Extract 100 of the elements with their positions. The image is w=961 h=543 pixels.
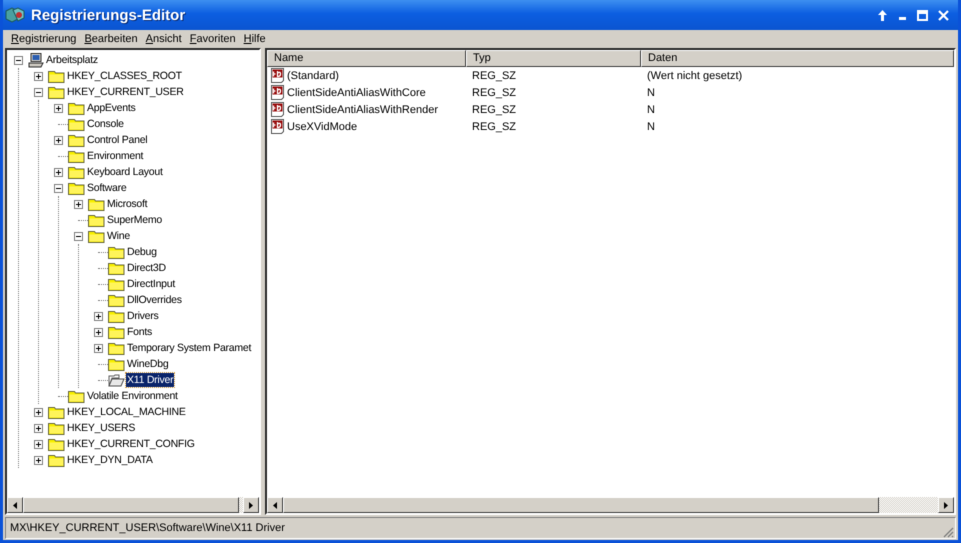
menu-item[interactable]: Ansicht	[142, 33, 186, 45]
column-header[interactable]: Daten	[641, 50, 954, 67]
expand-icon[interactable]	[34, 440, 43, 448]
expand-icon[interactable]	[94, 328, 103, 336]
tree-item[interactable]: Volatile Environment	[86, 389, 179, 403]
folder-icon	[68, 117, 85, 131]
tree-item[interactable]: HKEY_CLASSES_ROOT	[66, 69, 183, 83]
status-path: MX\HKEY_CURRENT_USER\Software\Wine\X11 Driver	[10, 522, 285, 534]
folder-icon	[48, 421, 65, 435]
tree-item[interactable]: Direct3D	[126, 261, 167, 275]
value-name[interactable]: ClientSideAntiAliasWithRender	[287, 104, 438, 116]
tree-item[interactable]: HKEY_CURRENT_CONFIG	[66, 437, 196, 451]
tree-item[interactable]: Software	[86, 181, 128, 195]
tree-item[interactable]: HKEY_CURRENT_USER	[66, 85, 185, 99]
up-arrow-icon[interactable]	[877, 10, 888, 20]
tree-item[interactable]: Temporary System Paramet	[126, 341, 252, 355]
tree-item[interactable]: Control Panel	[86, 133, 148, 147]
tree-item[interactable]: DllOverrides	[126, 293, 183, 307]
menu-item[interactable]: Registrierung	[7, 33, 80, 45]
tree-item[interactable]: SuperMemo	[106, 213, 163, 227]
open-folder-icon	[108, 373, 125, 387]
table-cell: REG_SZ	[472, 70, 516, 82]
expand-icon[interactable]	[74, 200, 83, 208]
tree-item[interactable]: Microsoft	[106, 197, 148, 211]
string-value-icon	[270, 85, 286, 100]
menu-item[interactable]: Bearbeiten	[80, 33, 142, 45]
folder-icon	[108, 357, 125, 371]
folder-icon	[68, 101, 85, 115]
value-name[interactable]: UseXVidMode	[287, 120, 358, 132]
tree-item[interactable]: AppEvents	[86, 101, 137, 115]
collapse-icon[interactable]	[14, 56, 23, 64]
expand-icon[interactable]	[34, 408, 43, 416]
expand-icon[interactable]	[54, 136, 63, 144]
folder-icon	[88, 213, 105, 227]
expand-icon[interactable]	[34, 72, 43, 80]
maximize-icon[interactable]	[917, 10, 928, 20]
folder-icon	[108, 293, 125, 307]
collapse-icon[interactable]	[74, 232, 83, 240]
scroll-right-button[interactable]	[938, 497, 954, 513]
tree-item[interactable]: X11 Driver	[126, 373, 174, 387]
expand-icon[interactable]	[34, 456, 43, 464]
tree-item[interactable]: Arbeitsplatz	[45, 53, 99, 67]
close-icon[interactable]	[938, 10, 949, 20]
table-cell: N	[647, 104, 655, 116]
string-value-icon	[270, 102, 286, 117]
left-arrow-icon	[273, 502, 277, 508]
right-arrow-icon	[944, 502, 948, 508]
tree-item[interactable]: Debug	[126, 245, 158, 259]
tree-item[interactable]: Drivers	[126, 309, 160, 323]
left-arrow-icon	[13, 502, 17, 508]
tree-item[interactable]: Fonts	[126, 325, 154, 339]
cubes-icon	[5, 6, 25, 24]
folder-icon	[108, 309, 125, 323]
value-name[interactable]: ClientSideAntiAliasWithCore	[287, 86, 426, 98]
tree-item[interactable]: HKEY_LOCAL_MACHINE	[66, 405, 187, 419]
expand-icon[interactable]	[54, 168, 63, 176]
tree-item[interactable]: HKEY_DYN_DATA	[66, 453, 154, 467]
tree-item[interactable]: HKEY_USERS	[66, 421, 136, 435]
folder-icon	[108, 245, 125, 259]
folder-icon	[48, 437, 65, 451]
value-name[interactable]: (Standard)	[287, 70, 339, 82]
expand-icon[interactable]	[94, 344, 103, 352]
column-header[interactable]: Typ	[466, 50, 641, 67]
folder-icon	[108, 261, 125, 275]
string-value-icon	[270, 119, 286, 134]
tree-item[interactable]: Keyboard Layout	[86, 165, 164, 179]
folder-icon	[108, 341, 125, 355]
expand-icon[interactable]	[54, 104, 63, 112]
collapse-icon[interactable]	[34, 88, 43, 96]
expand-icon[interactable]	[94, 312, 103, 320]
table-cell: N	[647, 86, 655, 98]
resize-grip-icon[interactable]	[943, 527, 954, 538]
folder-icon	[48, 69, 65, 83]
window-title: Registrierungs-Editor	[31, 6, 186, 24]
scroll-left-button[interactable]	[7, 497, 23, 513]
menu-item[interactable]: Hilfe	[240, 33, 270, 45]
computer-icon	[28, 52, 44, 68]
menu-item[interactable]: Favoriten	[186, 33, 240, 45]
scroll-left-button[interactable]	[267, 497, 283, 513]
right-arrow-icon	[249, 502, 253, 508]
collapse-icon[interactable]	[54, 184, 63, 192]
scroll-right-button[interactable]	[243, 497, 259, 513]
table-cell: REG_SZ	[472, 86, 516, 98]
folder-icon	[108, 325, 125, 339]
expand-icon[interactable]	[34, 424, 43, 432]
folder-icon	[48, 453, 65, 467]
folder-icon	[88, 229, 105, 243]
table-cell: N	[647, 120, 655, 132]
folder-icon	[68, 149, 85, 163]
folder-icon	[68, 389, 85, 403]
tree-item[interactable]: Wine	[106, 229, 131, 243]
folder-icon	[68, 133, 85, 147]
tree-item[interactable]: DirectInput	[126, 277, 176, 291]
tree-item[interactable]: WineDbg	[126, 357, 170, 371]
table-cell: (Wert nicht gesetzt)	[647, 70, 742, 82]
folder-icon	[108, 277, 125, 291]
tree-item[interactable]: Environment	[86, 149, 144, 163]
string-value-icon	[270, 68, 286, 83]
tree-item[interactable]: Console	[86, 117, 125, 131]
column-header[interactable]: Name	[267, 50, 466, 67]
